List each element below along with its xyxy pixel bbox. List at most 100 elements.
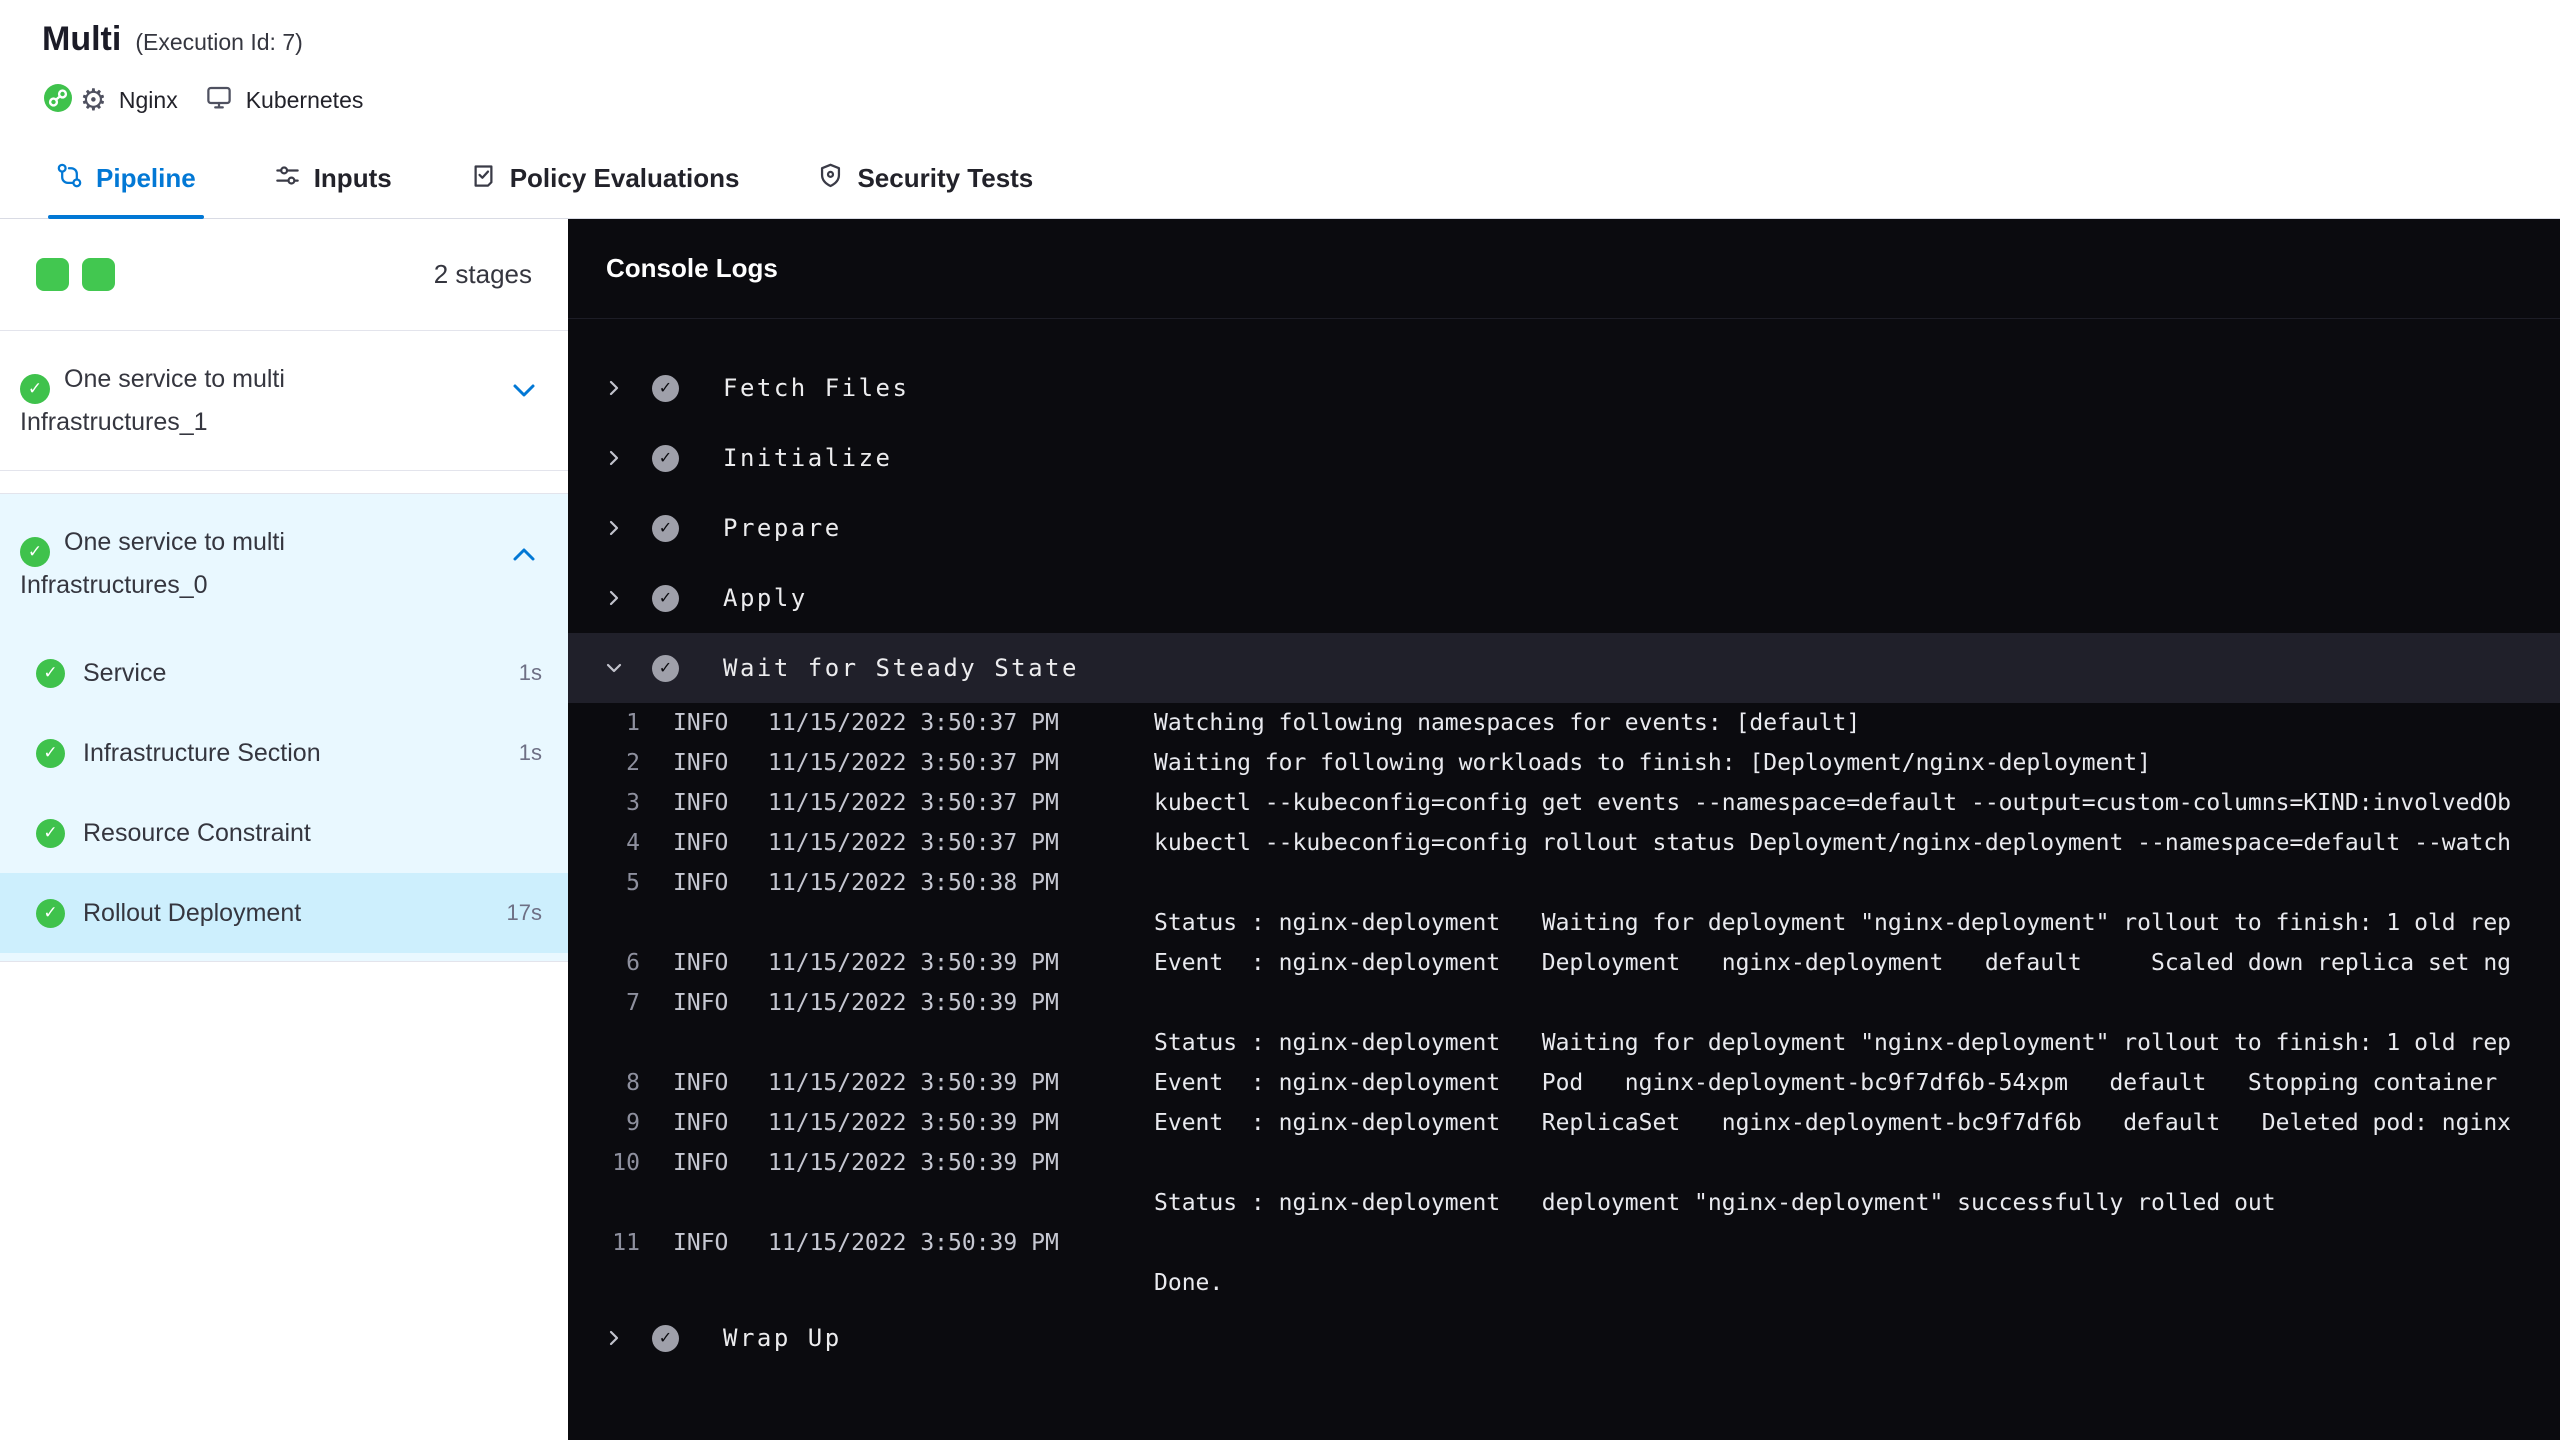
- environment-icon: [204, 83, 234, 118]
- chevron-right-icon: [594, 449, 634, 467]
- log-timestamp: 11/15/2022 3:50:37 PM: [768, 750, 1059, 776]
- success-check-icon: ✓: [36, 898, 65, 928]
- console-log-line: 8 INFO 11/15/2022 3:50:39 PM Event : nginx-…: [568, 1063, 2560, 1103]
- step-duration: 1s: [518, 740, 542, 765]
- chevron-up-icon[interactable]: [512, 536, 536, 572]
- stage-section-expanded: ✓ One service to multi Infrastructures_0 …: [0, 493, 568, 962]
- success-check-icon: ✓: [36, 738, 65, 768]
- chevron-right-icon: [594, 379, 634, 397]
- console-step-initialize[interactable]: ✓ Initialize: [568, 423, 2560, 493]
- log-timestamp: 11/15/2022 3:50:39 PM: [768, 1070, 1059, 1096]
- service-icon: [42, 82, 74, 119]
- log-message: Event : nginx-deployment Deployment ngin…: [1154, 950, 2512, 976]
- tab-label: Inputs: [313, 163, 392, 193]
- console-log-line: 1 INFO 11/15/2022 3:50:37 PM Watching follo…: [568, 703, 2560, 743]
- console-step-name: Prepare: [723, 514, 842, 542]
- log-line-number: 7: [626, 990, 640, 1016]
- main-content: 2 stages ✓ One service to multi Infrastru…: [0, 219, 2560, 1440]
- log-line-number: 5: [626, 870, 640, 896]
- stages-count-label: 2 stages: [433, 259, 532, 289]
- stage-status-square: [36, 258, 69, 291]
- policy-check-icon: [470, 162, 497, 196]
- log-message: Status : nginx-deployment deployment "ng…: [1154, 1190, 2276, 1216]
- success-check-icon: ✓: [20, 537, 50, 567]
- log-timestamp: 11/15/2022 3:50:37 PM: [768, 830, 1059, 856]
- chevron-down-icon[interactable]: [512, 373, 536, 409]
- chevron-right-icon: [594, 589, 634, 607]
- log-level: INFO: [673, 1230, 729, 1256]
- tab-security-tests[interactable]: Security Tests: [817, 139, 1033, 218]
- inputs-icon: [274, 162, 301, 196]
- log-line-number: [568, 1263, 640, 1303]
- console-body: ✓ Fetch Files ✓ Initialize ✓ Prepare ✓ Apply ✓ …: [568, 319, 2560, 1440]
- sidebar-step-rollout-deployment[interactable]: ✓ Rollout Deployment 17s: [0, 873, 568, 953]
- log-message: Event : nginx-deployment ReplicaSet ngin…: [1154, 1110, 2512, 1136]
- tab-pipeline[interactable]: Pipeline: [48, 139, 204, 219]
- log-line-number: [568, 1183, 640, 1223]
- console-step-wait-for-steady-state[interactable]: ✓ Wait for Steady State: [568, 633, 2560, 703]
- log-timestamp: [768, 1023, 1060, 1063]
- log-timestamp: 11/15/2022 3:50:37 PM: [768, 710, 1059, 736]
- success-check-icon: ✓: [36, 818, 65, 848]
- console-log-line: 6 INFO 11/15/2022 3:50:39 PM Event : nginx-…: [568, 943, 2560, 983]
- log-message: Event : nginx-deployment Pod nginx-deplo…: [1154, 1070, 2498, 1096]
- log-level: INFO: [673, 790, 729, 816]
- log-message: kubectl --kubeconfig=config get events -…: [1154, 790, 2512, 816]
- console-step-wrap-up[interactable]: ✓ Wrap Up: [568, 1303, 2560, 1373]
- sidebar-step-resource-constraint[interactable]: ✓ Resource Constraint: [0, 793, 568, 873]
- console-step-apply[interactable]: ✓ Apply: [568, 563, 2560, 633]
- sidebar-step-infrastructure-section[interactable]: ✓ Infrastructure Section 1s: [0, 713, 568, 793]
- stage-card-one-service-to-multi-infrastructures-0[interactable]: ✓ One service to multi Infrastructures_0: [0, 494, 568, 633]
- log-level: INFO: [673, 1150, 729, 1176]
- log-line-number: 8: [626, 1070, 640, 1096]
- log-timestamp: 11/15/2022 3:50:38 PM: [768, 870, 1059, 896]
- shield-icon: [817, 162, 844, 196]
- console-step-fetch-files[interactable]: ✓ Fetch Files: [568, 353, 2560, 423]
- log-timestamp: [768, 1183, 1060, 1223]
- tab-label: Security Tests: [857, 163, 1034, 193]
- log-level: INFO: [673, 1110, 729, 1136]
- log-timestamp: [768, 903, 1060, 943]
- log-level: INFO: [673, 990, 729, 1016]
- tab-inputs[interactable]: Inputs: [274, 139, 392, 218]
- log-level: [673, 903, 729, 943]
- log-level: INFO: [673, 870, 729, 896]
- stage-steps-list: ✓ Service 1s ✓ Infrastructure Section 1s ✓ Reso…: [0, 633, 568, 953]
- step-duration: 1s: [518, 660, 542, 685]
- log-message: Done.: [1154, 1270, 1224, 1296]
- log-line-number: 1: [626, 710, 640, 736]
- gear-icon: ⚙: [80, 83, 107, 117]
- log-level: [673, 1023, 729, 1063]
- console-log-line: 4 INFO 11/15/2022 3:50:37 PM kubectl --kube…: [568, 823, 2560, 863]
- console-step-name: Fetch Files: [723, 374, 910, 402]
- console-step-name: Wait for Steady State: [723, 654, 1079, 682]
- console-log-line: Status : nginx-deployment deployment "ng…: [568, 1183, 2560, 1223]
- step-name: Resource Constraint: [83, 818, 311, 847]
- success-check-icon: ✓: [652, 374, 679, 402]
- console-step-prepare[interactable]: ✓ Prepare: [568, 493, 2560, 563]
- log-line-number: [568, 1023, 640, 1063]
- log-message: kubectl --kubeconfig=config rollout stat…: [1154, 830, 2512, 856]
- pipeline-icon: [56, 162, 83, 196]
- execution-meta-row: ⚙ Nginx Kubernetes: [42, 83, 2560, 117]
- log-level: [673, 1183, 729, 1223]
- log-timestamp: 11/15/2022 3:50:39 PM: [768, 1150, 1059, 1176]
- log-line-number: 2: [626, 750, 640, 776]
- tab-policy-evaluations[interactable]: Policy Evaluations: [470, 139, 740, 218]
- console-step-name: Apply: [723, 584, 808, 612]
- stages-sidebar: 2 stages ✓ One service to multi Infrastru…: [0, 219, 568, 1440]
- console-log-line: 7 INFO 11/15/2022 3:50:39 PM: [568, 983, 2560, 1023]
- log-line-number: 11: [612, 1230, 640, 1256]
- chevron-right-icon: [594, 519, 634, 537]
- app-header: Multi (Execution Id: 7) ⚙ Nginx Kubernet…: [0, 0, 2560, 117]
- success-check-icon: ✓: [652, 1324, 679, 1352]
- console-log-line: 3 INFO 11/15/2022 3:50:37 PM kubectl --kube…: [568, 783, 2560, 823]
- tab-label: Policy Evaluations: [509, 163, 740, 193]
- log-level: INFO: [673, 750, 729, 776]
- stage-card-one-service-to-multi-infrastructures-1[interactable]: ✓ One service to multi Infrastructures_1: [0, 331, 568, 471]
- log-timestamp: [768, 1263, 1060, 1303]
- title-row: Multi (Execution Id: 7): [42, 20, 2560, 59]
- log-line-number: 4: [626, 830, 640, 856]
- chevron-down-icon: [594, 659, 634, 677]
- sidebar-step-service[interactable]: ✓ Service 1s: [0, 633, 568, 713]
